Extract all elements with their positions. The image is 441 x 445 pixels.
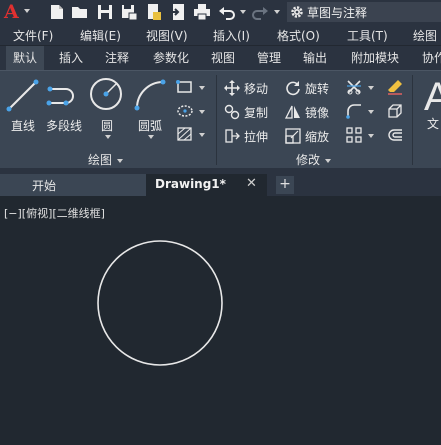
line-button[interactable]: 直线	[3, 75, 43, 147]
rotate-button[interactable]: 旋转	[283, 77, 343, 99]
text-tool-icon[interactable]: A	[424, 77, 441, 117]
ribbon-panel: 直线 多段线 圆 圆弧 绘图 移动 旋转 复制 镜像 拉伸 缩放 修改 A 文	[0, 70, 441, 168]
stretch-icon	[225, 129, 240, 143]
gradient-icon[interactable]	[176, 126, 194, 142]
offset-icon[interactable]	[386, 127, 404, 143]
undo-icon[interactable]	[218, 3, 236, 21]
menu-file[interactable]: 文件(F)	[13, 27, 53, 44]
arc-label: 圆弧	[137, 119, 162, 133]
mirror-icon	[285, 105, 300, 119]
fillet-dropdown-caret[interactable]	[368, 110, 374, 114]
save-icon[interactable]	[96, 3, 114, 21]
erase-icon[interactable]	[386, 78, 404, 96]
app-menu-caret[interactable]	[24, 9, 30, 13]
mirror-button[interactable]: 镜像	[283, 101, 343, 123]
new-tab-button[interactable]: +	[276, 176, 294, 194]
drawing-canvas[interactable]: [−][俯视][二维线框]	[0, 196, 441, 445]
tab-default[interactable]: 默认	[6, 46, 44, 70]
array-3d-icon[interactable]	[386, 103, 404, 119]
redo-icon[interactable]	[251, 3, 269, 21]
rectangle-icon[interactable]	[176, 79, 194, 95]
tab-start[interactable]: 开始	[0, 174, 146, 196]
polyline-tool-icon	[46, 86, 74, 106]
tab-annotate[interactable]: 注释	[98, 46, 136, 70]
fillet-icon[interactable]	[346, 103, 362, 119]
trim-dropdown-caret[interactable]	[368, 86, 374, 90]
rotate-icon	[286, 81, 300, 96]
ribbon-tabs: 默认 插入 注释 参数化 视图 管理 输出 附加模块 协作	[0, 46, 441, 70]
import-icon[interactable]	[169, 3, 187, 21]
plot-publish-icon[interactable]	[145, 3, 163, 21]
menu-view[interactable]: 视图(V)	[146, 27, 188, 44]
tab-manage[interactable]: 管理	[250, 46, 288, 70]
scale-icon	[285, 128, 301, 144]
workspace-switcher[interactable]: 草图与注释	[287, 2, 441, 22]
text-tool-label: 文	[427, 117, 440, 131]
app-logo[interactable]: A	[4, 1, 26, 23]
circle-dropdown-caret[interactable]	[105, 135, 111, 139]
hatch-dropdown-caret[interactable]	[199, 133, 205, 137]
menu-bar: 文件(F) 编辑(E) 视图(V) 插入(I) 格式(O) 工具(T) 绘图	[0, 24, 441, 46]
tab-insert[interactable]: 插入	[52, 46, 90, 70]
tab-drawing1[interactable]: Drawing1* ✕	[146, 174, 267, 196]
tab-collaborate[interactable]: 协作	[414, 46, 441, 70]
new-file-icon[interactable]	[48, 3, 66, 21]
hatch-icon[interactable]	[176, 103, 194, 119]
menu-tools[interactable]: 工具(T)	[347, 27, 388, 44]
document-name: Drawing1*	[155, 177, 226, 191]
modify-panel-title[interactable]: 修改	[296, 151, 332, 168]
drawing-area	[97, 240, 223, 366]
array-dropdown-caret[interactable]	[368, 134, 374, 138]
panel-divider	[412, 75, 413, 165]
circle-tool-icon	[90, 78, 122, 110]
move-icon	[224, 80, 240, 96]
trim-icon[interactable]	[346, 79, 362, 95]
tab-output[interactable]: 输出	[296, 46, 334, 70]
close-icon[interactable]: ✕	[246, 176, 257, 191]
line-tool-icon	[6, 79, 39, 112]
undo-dropdown-caret[interactable]	[240, 10, 246, 14]
rectangle-dropdown-caret[interactable]	[199, 86, 205, 90]
arc-dropdown-caret[interactable]	[148, 135, 154, 139]
workspace-name: 草图与注释	[307, 6, 368, 20]
ellipse-dropdown-caret[interactable]	[199, 110, 205, 114]
move-button[interactable]: 移动	[222, 77, 282, 99]
menu-edit[interactable]: 编辑(E)	[80, 27, 121, 44]
gear-icon	[291, 6, 303, 18]
redo-dropdown-caret[interactable]	[274, 10, 280, 14]
stretch-button[interactable]: 拉伸	[222, 125, 282, 147]
menu-draw[interactable]: 绘图	[413, 27, 437, 44]
save-as-icon[interactable]	[120, 3, 138, 21]
arc-button[interactable]: 圆弧	[130, 75, 170, 147]
draw-panel-title[interactable]: 绘图	[88, 151, 124, 168]
tab-addins[interactable]: 附加模块	[344, 46, 406, 70]
tab-parametric[interactable]: 参数化	[146, 46, 196, 70]
panel-divider	[216, 75, 217, 165]
menu-format[interactable]: 格式(O)	[277, 27, 320, 44]
arc-tool-icon	[134, 79, 166, 111]
copy-icon	[224, 104, 240, 120]
scale-button[interactable]: 缩放	[283, 125, 343, 147]
menu-insert[interactable]: 插入(I)	[213, 27, 250, 44]
copy-button[interactable]: 复制	[222, 101, 282, 123]
drawn-circle[interactable]	[97, 240, 223, 366]
file-tabs: 开始 Drawing1* ✕ +	[0, 174, 441, 196]
quick-access-toolbar: A 草图与注释	[0, 0, 441, 24]
circle-button[interactable]: 圆	[87, 75, 127, 147]
print-icon[interactable]	[193, 3, 211, 21]
array-icon[interactable]	[346, 127, 362, 143]
tab-view[interactable]: 视图	[204, 46, 242, 70]
polyline-button[interactable]: 多段线	[44, 75, 84, 147]
open-folder-icon[interactable]	[71, 3, 89, 21]
